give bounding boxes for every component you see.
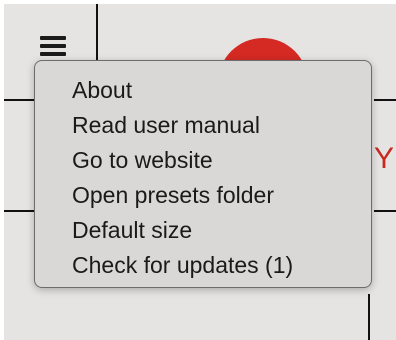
divider-line <box>374 99 396 101</box>
menu-item-about[interactable]: About <box>35 73 371 108</box>
divider-line <box>374 210 396 212</box>
divider-line <box>368 294 370 340</box>
hamburger-bar <box>40 52 66 56</box>
context-menu: About Read user manual Go to website Ope… <box>34 60 372 288</box>
hamburger-icon[interactable] <box>40 34 68 58</box>
hamburger-bar <box>40 36 66 40</box>
hamburger-bar <box>40 44 66 48</box>
menu-item-go-to-website[interactable]: Go to website <box>35 143 371 178</box>
menu-item-check-for-updates[interactable]: Check for updates (1) <box>35 248 371 283</box>
divider-line <box>4 210 36 212</box>
partial-red-label: Y <box>374 142 395 175</box>
menu-item-default-size[interactable]: Default size <box>35 213 371 248</box>
menu-item-read-user-manual[interactable]: Read user manual <box>35 108 371 143</box>
menu-item-open-presets-folder[interactable]: Open presets folder <box>35 178 371 213</box>
divider-line <box>4 99 36 101</box>
